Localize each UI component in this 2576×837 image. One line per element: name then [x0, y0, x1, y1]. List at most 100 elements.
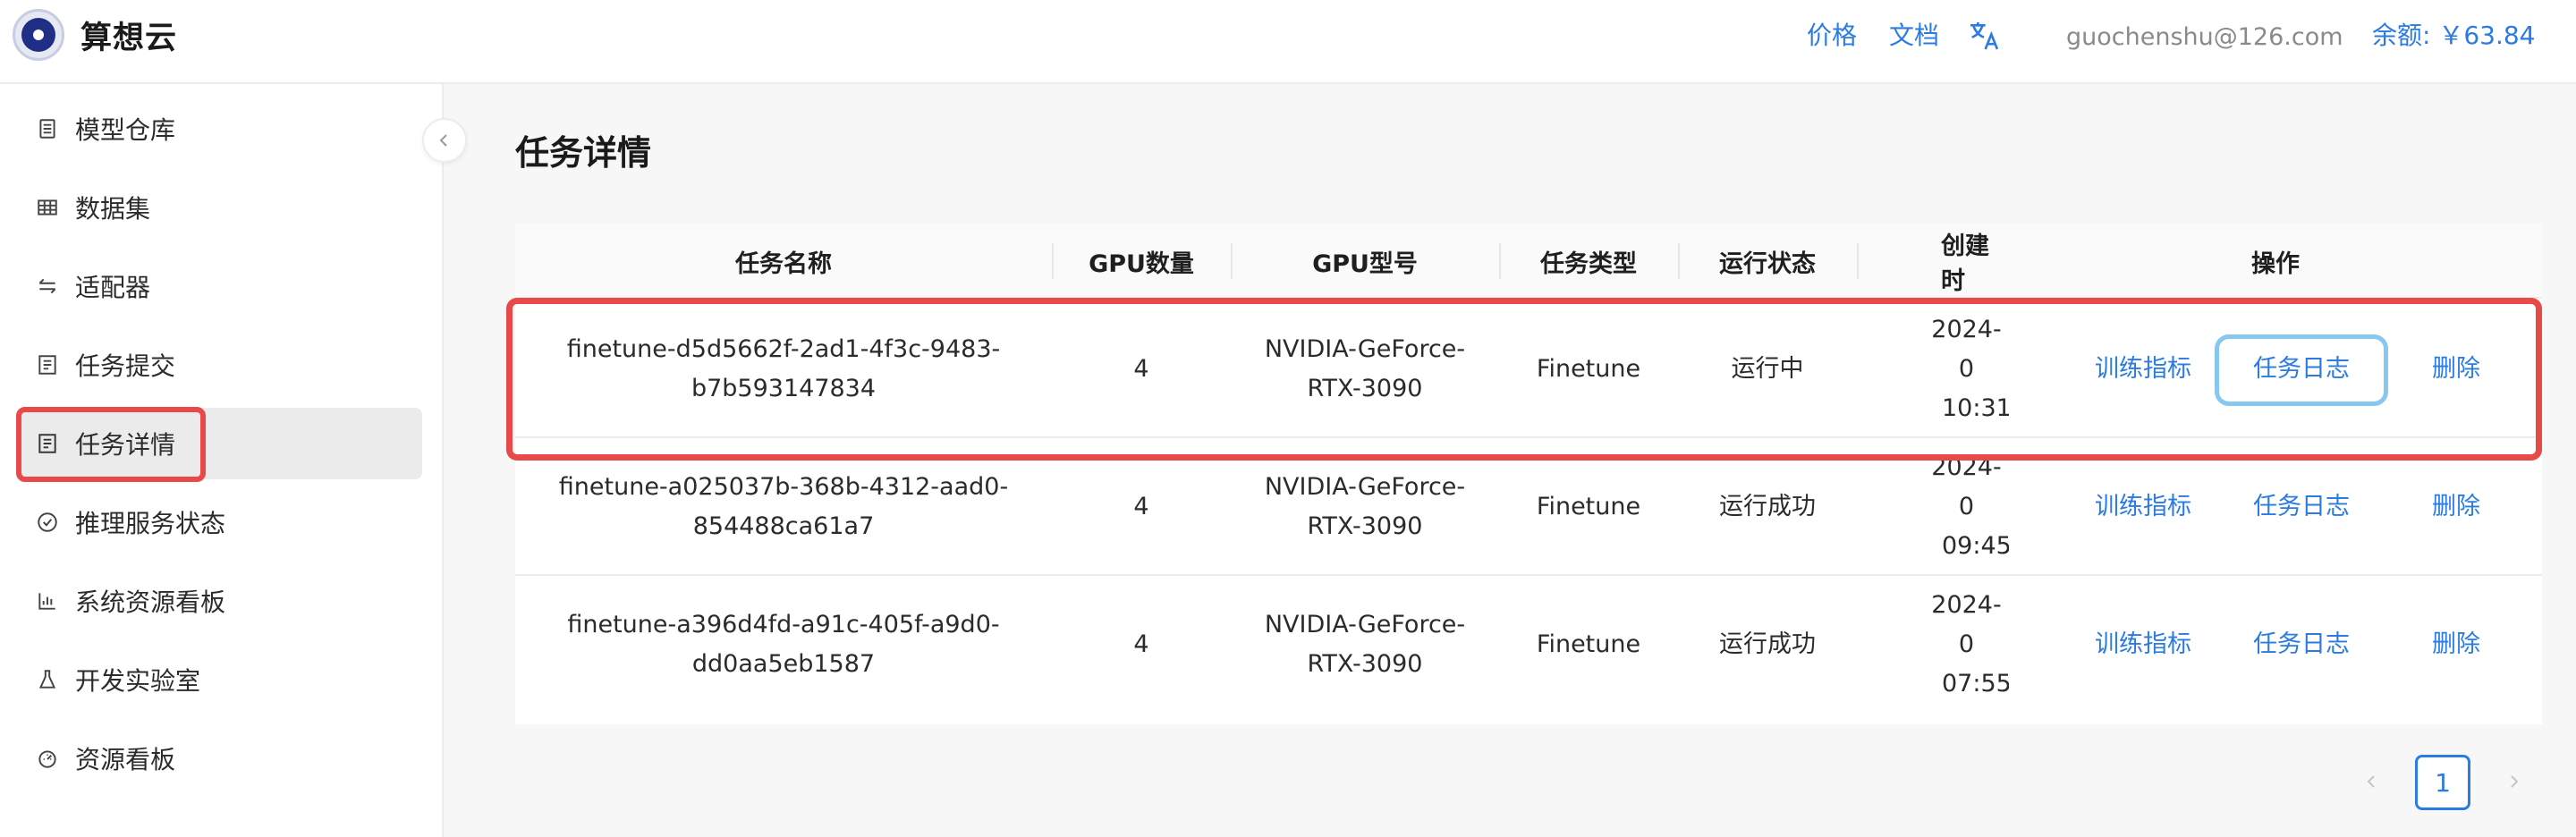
brand-logo-link[interactable]: 算想云: [13, 9, 177, 61]
sidebar-item-system-resources[interactable]: 系统资源看板: [18, 565, 422, 637]
brand-name: 算想云: [80, 20, 178, 56]
swap-icon: [34, 273, 61, 300]
created-time: 07:55: [1942, 670, 2009, 698]
table-row: finetune-d5d5662f-2ad1-4f3c-9483- b7b593…: [515, 300, 2542, 438]
document-icon: [34, 115, 61, 142]
task-type-cell: Finetune: [1536, 493, 1641, 520]
check-circle-icon: [34, 509, 61, 536]
gpu-count-cell: 4: [1133, 630, 1149, 658]
account-balance[interactable]: 余额: ￥63.84: [2372, 18, 2536, 54]
translate-icon[interactable]: [1966, 18, 2002, 54]
column-header-task-type: 任务类型: [1540, 249, 1637, 278]
task-type-cell: Finetune: [1536, 630, 1641, 658]
sidebar-item-adapters[interactable]: 适配器: [18, 250, 422, 322]
task-name-line: dd0aa5eb1587: [691, 650, 876, 678]
created-time-cell: 2024-0 07:55: [1857, 576, 2009, 714]
logs-link[interactable]: 任务日志: [2233, 300, 2370, 438]
sidebar-item-label: 开发实验室: [75, 666, 201, 696]
sidebar-item-label: 任务详情: [75, 430, 176, 460]
pagination-prev-button[interactable]: [2354, 764, 2390, 799]
sidebar-item-label: 数据集: [75, 194, 151, 224]
task-name-line: b7b593147834: [691, 375, 877, 402]
column-header-created-time: 创建时: [1941, 232, 1989, 295]
bar-chart-icon: [34, 588, 61, 614]
logs-link[interactable]: 任务日志: [2233, 576, 2370, 714]
task-name-cell: finetune-a396d4fd-a91c-405f-a9d0- dd0aa5…: [515, 576, 1052, 714]
sidebar-item-label: 资源看板: [75, 745, 176, 774]
sidebar-item-resource-board[interactable]: 资源看板: [18, 723, 422, 794]
gpu-model-cell: NVIDIA-GeForce- RTX-3090: [1231, 576, 1499, 714]
list-icon: [34, 351, 61, 378]
created-date: 2024-0: [1931, 316, 2002, 383]
task-name-line: finetune-a396d4fd-a91c-405f-a9d0-: [567, 611, 1000, 638]
table-row: finetune-a396d4fd-a91c-405f-a9d0- dd0aa5…: [515, 576, 2542, 714]
status-cell: 运行中: [1731, 355, 1804, 383]
sidebar-item-label: 系统资源看板: [75, 588, 226, 617]
gpu-count-cell: 4: [1133, 355, 1149, 383]
delete-link[interactable]: 删除: [2402, 438, 2510, 576]
logs-link[interactable]: 任务日志: [2233, 438, 2370, 576]
gpu-model-cell: NVIDIA-GeForce- RTX-3090: [1231, 438, 1499, 576]
delete-link[interactable]: 删除: [2402, 300, 2510, 438]
column-header-task-name: 任务名称: [735, 249, 832, 278]
created-time: 10:31: [1942, 394, 2009, 422]
delete-link[interactable]: 删除: [2402, 576, 2510, 714]
task-name-line: 854488ca61a7: [692, 512, 875, 540]
table-header: 任务名称 GPU数量 GPU型号 任务类型 运行状态 创建时 操作: [515, 224, 2542, 299]
status-cell: 运行成功: [1719, 630, 1816, 658]
status-cell: 运行成功: [1719, 493, 1816, 520]
sidebar-item-task-details[interactable]: 任务详情: [18, 408, 422, 479]
gpu-model-line: NVIDIA-GeForce-: [1264, 335, 1466, 363]
task-name-line: finetune-a025037b-368b-4312-aad0-: [558, 473, 1009, 501]
list-icon: [34, 430, 61, 457]
pagination-next-button[interactable]: [2496, 764, 2531, 799]
gpu-count-cell: 4: [1133, 493, 1149, 520]
column-header-gpu-model: GPU型号: [1312, 249, 1418, 278]
task-name-cell: finetune-a025037b-368b-4312-aad0- 854488…: [515, 438, 1052, 576]
price-link[interactable]: 价格: [1807, 18, 1857, 54]
chevron-left-icon: [439, 134, 447, 147]
gpu-model-line: NVIDIA-GeForce-: [1264, 473, 1466, 501]
gpu-model-line: NVIDIA-GeForce-: [1264, 611, 1466, 638]
created-time-cell: 2024-0 10:31: [1857, 300, 2009, 438]
sidebar-item-model-repo[interactable]: 模型仓库: [18, 93, 422, 165]
task-name-cell: finetune-d5d5662f-2ad1-4f3c-9483- b7b593…: [515, 300, 1052, 438]
gpu-model-line: RTX-3090: [1307, 375, 1423, 402]
task-table: 任务名称 GPU数量 GPU型号 任务类型 运行状态 创建时 操作 finetu…: [515, 224, 2542, 724]
task-type-cell: Finetune: [1536, 355, 1641, 383]
created-time: 09:45: [1942, 532, 2009, 560]
sidebar-item-datasets[interactable]: 数据集: [18, 172, 422, 243]
flask-icon: [34, 666, 61, 693]
gpu-model-line: RTX-3090: [1307, 512, 1423, 540]
metrics-link[interactable]: 训练指标: [2072, 576, 2215, 714]
user-email[interactable]: guochenshu@126.com: [2066, 20, 2343, 55]
sidebar-item-label: 任务提交: [75, 351, 176, 381]
page-title: 任务详情: [515, 133, 652, 173]
docs-link[interactable]: 文档: [1889, 18, 1939, 54]
top-header: 算想云 价格 文档 guochenshu@126.com 余额: ￥63.84: [0, 0, 2576, 84]
sidebar-item-task-submit[interactable]: 任务提交: [18, 329, 422, 401]
sidebar-collapse-button[interactable]: [422, 118, 467, 163]
sidebar-item-label: 模型仓库: [75, 115, 176, 145]
column-header-status: 运行状态: [1719, 249, 1816, 278]
chevron-right-icon: [2511, 775, 2519, 788]
pagination-page-current[interactable]: 1: [2415, 755, 2470, 810]
logo-icon: [13, 9, 64, 61]
sidebar-item-label: 推理服务状态: [75, 509, 226, 538]
created-time-cell: 2024-0 09:45: [1857, 438, 2009, 576]
sidebar-item-label: 适配器: [75, 273, 151, 302]
chevron-left-icon: [2367, 775, 2375, 788]
sidebar-item-inference-status[interactable]: 推理服务状态: [18, 486, 422, 558]
metrics-link[interactable]: 训练指标: [2072, 300, 2215, 438]
created-date: 2024-0: [1931, 453, 2002, 520]
task-name-line: finetune-d5d5662f-2ad1-4f3c-9483-: [566, 335, 1001, 363]
gpu-model-cell: NVIDIA-GeForce- RTX-3090: [1231, 300, 1499, 438]
gpu-model-line: RTX-3090: [1307, 650, 1423, 678]
metrics-link[interactable]: 训练指标: [2072, 438, 2215, 576]
column-header-actions: 操作: [2251, 249, 2300, 278]
table-icon: [34, 194, 61, 221]
dashboard-icon: [34, 745, 61, 772]
sidebar-item-dev-lab[interactable]: 开发实验室: [18, 644, 422, 715]
table-row: finetune-a025037b-368b-4312-aad0- 854488…: [515, 438, 2542, 576]
column-header-gpu-count: GPU数量: [1089, 249, 1194, 278]
